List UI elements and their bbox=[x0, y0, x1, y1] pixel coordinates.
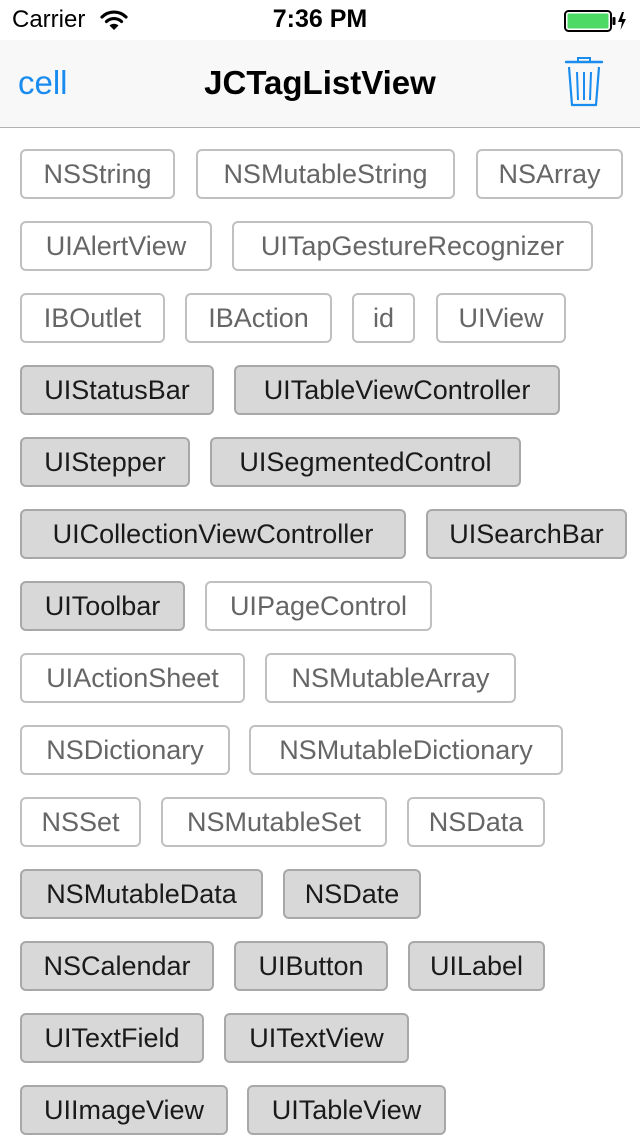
navigation-bar: cell JCTagListView bbox=[0, 40, 640, 128]
status-bar: Carrier 7:36 PM bbox=[0, 0, 640, 40]
tag-item[interactable]: IBAction bbox=[185, 293, 332, 343]
status-time: 7:36 PM bbox=[272, 5, 368, 33]
tag-item[interactable]: UILabel bbox=[408, 941, 545, 991]
trash-icon[interactable] bbox=[564, 56, 604, 108]
tag-item[interactable]: NSMutableDictionary bbox=[249, 725, 563, 775]
tag-item[interactable]: UITapGestureRecognizer bbox=[232, 221, 593, 271]
tag-item[interactable]: NSDictionary bbox=[20, 725, 230, 775]
tag-item[interactable]: UISearchBar bbox=[426, 509, 627, 559]
tag-item[interactable]: NSCalendar bbox=[20, 941, 214, 991]
tag-item[interactable]: UIPageControl bbox=[205, 581, 432, 631]
tag-item[interactable]: UIStatusBar bbox=[20, 365, 214, 415]
tag-item[interactable]: UISegmentedControl bbox=[210, 437, 521, 487]
tag-item[interactable]: UICollectionViewController bbox=[20, 509, 406, 559]
tag-item[interactable]: UIButton bbox=[234, 941, 388, 991]
tag-item[interactable]: UIView bbox=[436, 293, 566, 343]
tag-item[interactable]: UIToolbar bbox=[20, 581, 185, 631]
tag-item[interactable]: UIImageView bbox=[20, 1085, 228, 1135]
tag-item[interactable]: UITableView bbox=[247, 1085, 446, 1135]
tag-item[interactable]: NSMutableSet bbox=[161, 797, 387, 847]
tag-item[interactable]: UIAlertView bbox=[20, 221, 212, 271]
battery-icon bbox=[564, 10, 626, 32]
tag-item[interactable]: NSSet bbox=[20, 797, 141, 847]
tag-item[interactable]: UITextField bbox=[20, 1013, 204, 1063]
tag-item[interactable]: NSDate bbox=[283, 869, 421, 919]
page-title: JCTagListView bbox=[204, 64, 436, 101]
tag-item[interactable]: id bbox=[352, 293, 415, 343]
tag-item[interactable]: UITextView bbox=[224, 1013, 409, 1063]
tag-item[interactable]: NSData bbox=[407, 797, 545, 847]
tag-item[interactable]: NSMutableArray bbox=[265, 653, 516, 703]
tag-item[interactable]: IBOutlet bbox=[20, 293, 165, 343]
tag-item[interactable]: NSString bbox=[20, 149, 175, 199]
tag-item[interactable]: UITableViewController bbox=[234, 365, 560, 415]
tag-item[interactable]: NSArray bbox=[476, 149, 623, 199]
tag-list: NSString NSMutableString NSArray UIAlert… bbox=[0, 128, 640, 1136]
tag-item[interactable]: NSMutableString bbox=[196, 149, 455, 199]
tag-item[interactable]: UIActionSheet bbox=[20, 653, 245, 703]
tag-item[interactable]: NSMutableData bbox=[20, 869, 263, 919]
tag-item[interactable]: UIStepper bbox=[20, 437, 190, 487]
